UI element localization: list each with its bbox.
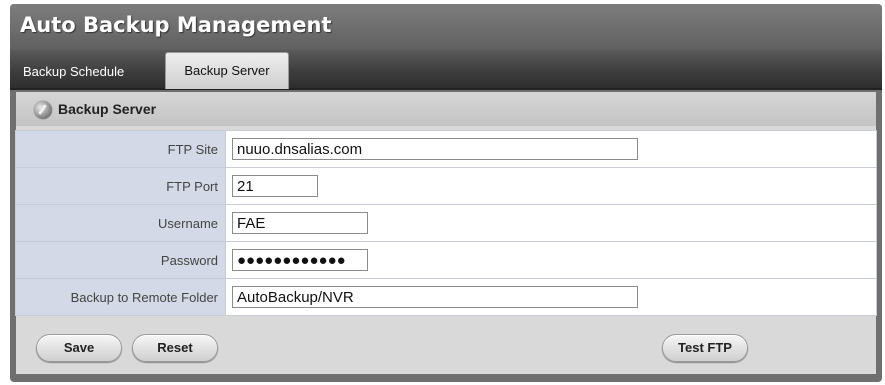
ftp-port-input[interactable] bbox=[232, 175, 318, 197]
window-title: Auto Backup Management bbox=[20, 13, 332, 37]
form-row-password: Password bbox=[15, 241, 877, 279]
tab-bar: Backup Schedule Backup Server bbox=[10, 50, 882, 90]
server-gear-icon bbox=[34, 101, 52, 119]
username-label: Username bbox=[15, 204, 226, 242]
section-header: Backup Server bbox=[16, 92, 876, 126]
title-bar: Auto Backup Management bbox=[10, 4, 882, 50]
form-row-ftp-site: FTP Site bbox=[15, 130, 877, 168]
save-button[interactable]: Save bbox=[36, 334, 122, 362]
server-settings-form: FTP Site FTP Port Username Password bbox=[15, 130, 877, 316]
ftp-site-input[interactable] bbox=[232, 138, 638, 160]
ftp-port-label: FTP Port bbox=[15, 167, 226, 205]
tab-backup-schedule[interactable]: Backup Schedule bbox=[16, 56, 131, 88]
form-row-ftp-port: FTP Port bbox=[15, 167, 877, 205]
password-label: Password bbox=[15, 241, 226, 279]
username-input[interactable] bbox=[232, 212, 368, 234]
ftp-site-label: FTP Site bbox=[15, 130, 226, 168]
test-ftp-button[interactable]: Test FTP bbox=[662, 334, 748, 362]
reset-button[interactable]: Reset bbox=[132, 334, 218, 362]
tab-backup-server[interactable]: Backup Server bbox=[165, 52, 289, 89]
form-row-remote-folder: Backup to Remote Folder bbox=[15, 278, 877, 316]
remote-folder-label: Backup to Remote Folder bbox=[15, 278, 226, 316]
form-row-username: Username bbox=[15, 204, 877, 242]
section-title: Backup Server bbox=[58, 101, 157, 117]
remote-folder-input[interactable] bbox=[232, 286, 638, 308]
password-input[interactable] bbox=[232, 249, 368, 271]
backup-server-panel: Backup Server FTP Site FTP Port Username bbox=[15, 92, 877, 374]
auto-backup-window: Auto Backup Management Backup Schedule B… bbox=[10, 4, 882, 382]
